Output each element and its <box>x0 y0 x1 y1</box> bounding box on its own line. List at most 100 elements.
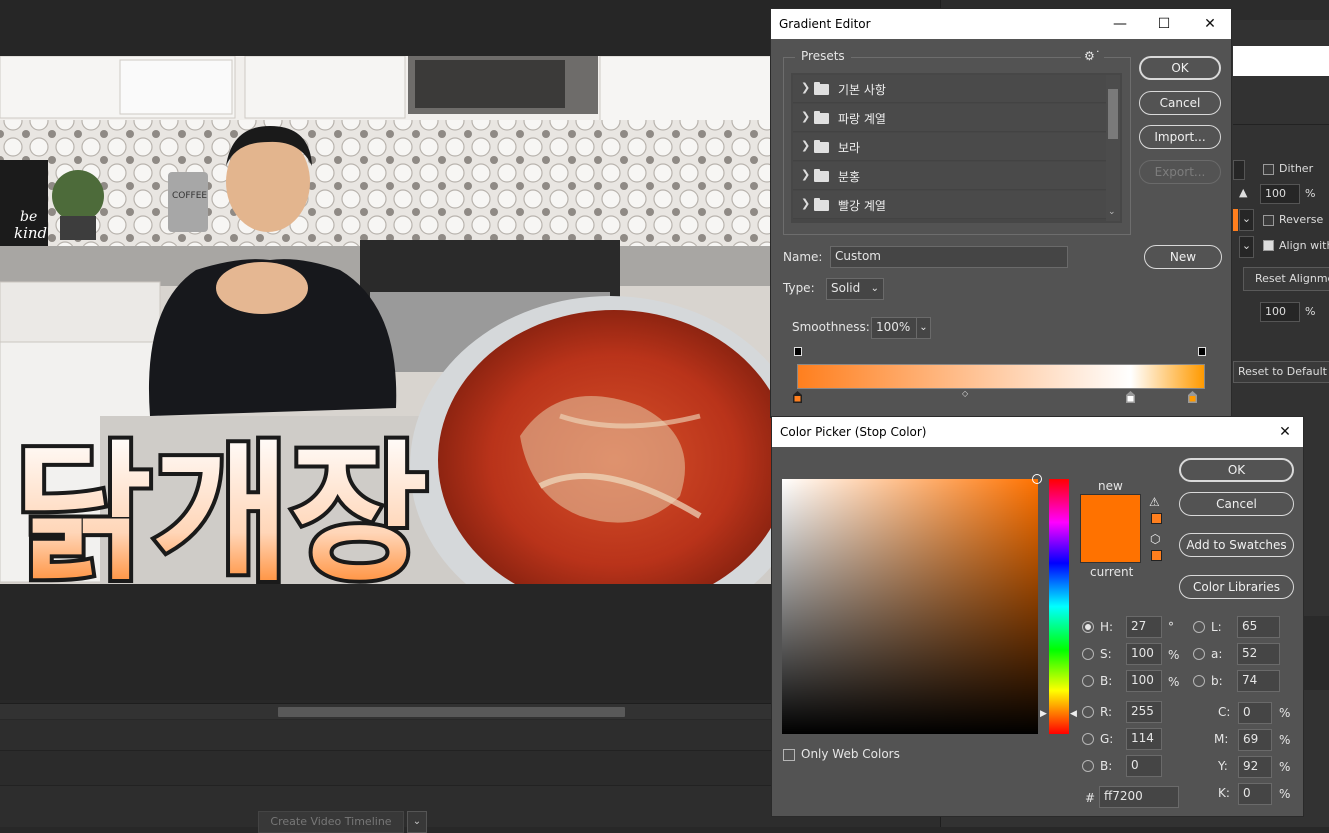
cyan-field[interactable]: 0 <box>1238 702 1272 724</box>
brightness-field[interactable]: 100 <box>1126 670 1162 692</box>
lab-a-field[interactable]: 52 <box>1237 643 1280 665</box>
color-libraries-button[interactable]: Color Libraries <box>1179 575 1294 599</box>
saturation-field[interactable]: 100 <box>1126 643 1162 665</box>
opacity-field[interactable]: 100 <box>1260 184 1300 204</box>
yellow-field[interactable]: 92 <box>1238 756 1272 778</box>
dither-checkbox[interactable] <box>1263 164 1274 175</box>
magenta-field[interactable]: 69 <box>1238 729 1272 751</box>
align-checkbox[interactable] <box>1263 240 1274 251</box>
cube-icon[interactable]: ⬡ <box>1150 532 1160 546</box>
lab-a-label: a: <box>1211 647 1223 661</box>
only-web-colors-checkbox[interactable] <box>783 749 795 761</box>
saturation-radio[interactable] <box>1082 648 1094 660</box>
color-field[interactable] <box>782 474 1042 734</box>
reverse-checkbox[interactable] <box>1263 215 1274 226</box>
green-radio[interactable] <box>1082 733 1094 745</box>
thumbnail-title-text: 닭개장 <box>14 428 428 584</box>
hue-slider-left-arrow-icon[interactable]: ▶ <box>1040 709 1047 719</box>
lab-l-field[interactable]: 65 <box>1237 616 1280 638</box>
type-dropdown[interactable]: Solid ⌄ <box>826 278 884 300</box>
chevron-down-icon[interactable]: ⌄ <box>1108 207 1116 217</box>
presets-scrollbar[interactable]: ⌄ <box>1106 75 1120 221</box>
gradient-swatch[interactable] <box>1233 209 1238 231</box>
blue-field[interactable]: 0 <box>1126 755 1162 777</box>
maximize-icon[interactable]: ☐ <box>1141 9 1187 39</box>
opacity-stop-left[interactable] <box>794 347 802 356</box>
cancel-button[interactable]: Cancel <box>1179 492 1294 516</box>
percent-label-2: % <box>1305 305 1316 318</box>
scrollbar-thumb[interactable] <box>278 707 625 717</box>
preset-folder[interactable]: ❯ 기본 사항 <box>793 75 1106 103</box>
lab-b-radio[interactable] <box>1193 675 1205 687</box>
smoothness-field[interactable]: 100% ⌄ <box>871 317 931 339</box>
add-to-swatches-button[interactable]: Add to Swatches <box>1179 533 1294 557</box>
reset-to-default-button[interactable]: Reset to Default <box>1233 361 1329 383</box>
style-dropdown[interactable]: ⌄ <box>1239 236 1254 258</box>
gradient-dropdown-edge[interactable] <box>1233 160 1245 180</box>
blue-radio[interactable] <box>1082 760 1094 772</box>
yellow-label: Y: <box>1218 759 1228 773</box>
gradient-swatch-dropdown[interactable]: ⌄ <box>1239 209 1254 231</box>
reset-alignment-button[interactable]: Reset Alignment <box>1243 267 1329 291</box>
gradient-editor-dialog: Gradient Editor — ☐ ✕ Presets ⚙˙ ❯ 기본 사항… <box>770 8 1232 418</box>
color-stop-mid[interactable] <box>1126 391 1135 403</box>
preset-folder[interactable]: ❯ 파랑 계열 <box>793 104 1106 132</box>
current-color-swatch[interactable] <box>1080 529 1141 563</box>
new-color-swatch <box>1080 494 1141 529</box>
hex-field[interactable]: ff7200 <box>1099 786 1179 808</box>
degree-unit: ° <box>1168 620 1174 634</box>
green-field[interactable]: 114 <box>1126 728 1162 750</box>
cancel-button[interactable]: Cancel <box>1139 91 1221 115</box>
gradient-preview-bar[interactable] <box>797 364 1205 389</box>
dialog-title: Gradient Editor <box>779 17 871 31</box>
chevron-right-icon: ❯ <box>801 110 811 123</box>
create-video-timeline-button[interactable]: Create Video Timeline <box>258 811 404 833</box>
color-picker-titlebar: Color Picker (Stop Color) <box>772 417 1303 447</box>
import-button[interactable]: Import... <box>1139 125 1221 149</box>
black-field[interactable]: 0 <box>1238 783 1272 805</box>
ok-button[interactable]: OK <box>1139 56 1221 80</box>
scale-field[interactable]: 100 <box>1260 302 1300 322</box>
red-radio[interactable] <box>1082 706 1094 718</box>
panel-fields-edge <box>1303 616 1329 690</box>
midpoint-diamond-icon[interactable]: ◇ <box>962 389 968 398</box>
close-icon[interactable]: ✕ <box>1187 9 1233 39</box>
hue-slider-right-arrow-icon[interactable]: ◀ <box>1070 709 1077 719</box>
gear-icon[interactable]: ⚙˙ <box>1081 49 1104 63</box>
gradient-name-field[interactable]: Custom <box>830 246 1068 268</box>
gamut-swatch[interactable] <box>1151 513 1162 524</box>
color-selector-ring[interactable] <box>1032 474 1042 484</box>
color-stop-right[interactable] <box>1188 391 1197 403</box>
new-button[interactable]: New <box>1144 245 1222 269</box>
web-safe-swatch[interactable] <box>1151 550 1162 561</box>
lab-l-radio[interactable] <box>1193 621 1205 633</box>
hue-field[interactable]: 27 <box>1126 616 1162 638</box>
cyan-label: C: <box>1218 705 1231 719</box>
preset-folder[interactable]: ❯ 보라 <box>793 133 1106 161</box>
hex-label: # <box>1085 791 1096 805</box>
preset-folder[interactable]: ❯ 빨강 계열 <box>793 191 1106 219</box>
warning-icon[interactable]: ⚠ <box>1149 495 1160 509</box>
hue-slider[interactable] <box>1049 479 1069 734</box>
document-image[interactable]: be kind COFFEE 닭개장 <box>0 56 772 584</box>
opacity-stop-right[interactable] <box>1198 347 1206 356</box>
hue-radio[interactable] <box>1082 621 1094 633</box>
color-stop-left[interactable] <box>793 391 802 403</box>
scrollbar-thumb[interactable] <box>1108 89 1118 139</box>
lab-a-radio[interactable] <box>1193 648 1205 660</box>
preset-folder[interactable]: ❯ 분홍 <box>793 162 1106 190</box>
opacity-slider-icon[interactable]: ▲ <box>1239 186 1247 199</box>
color-picker-dialog: Color Picker (Stop Color) ✕ ▶ ◀ new curr… <box>771 416 1304 817</box>
presets-list[interactable]: ❯ 기본 사항 ❯ 파랑 계열 ❯ 보라 ❯ 분홍 ❯ 빨강 계열 ⌄ <box>791 73 1122 223</box>
chevron-right-icon: ❯ <box>801 168 811 181</box>
preset-label: 기본 사항 <box>838 83 886 97</box>
lab-b-field[interactable]: 74 <box>1237 670 1280 692</box>
brightness-radio[interactable] <box>1082 675 1094 687</box>
minimize-icon[interactable]: — <box>1097 9 1143 39</box>
ok-button[interactable]: OK <box>1179 458 1294 482</box>
red-field[interactable]: 255 <box>1126 701 1162 723</box>
folder-icon <box>814 198 829 211</box>
dialog-title: Color Picker (Stop Color) <box>780 425 927 439</box>
close-icon[interactable]: ✕ <box>1265 417 1305 447</box>
timeline-dropdown-button[interactable]: ⌄ <box>407 811 427 833</box>
